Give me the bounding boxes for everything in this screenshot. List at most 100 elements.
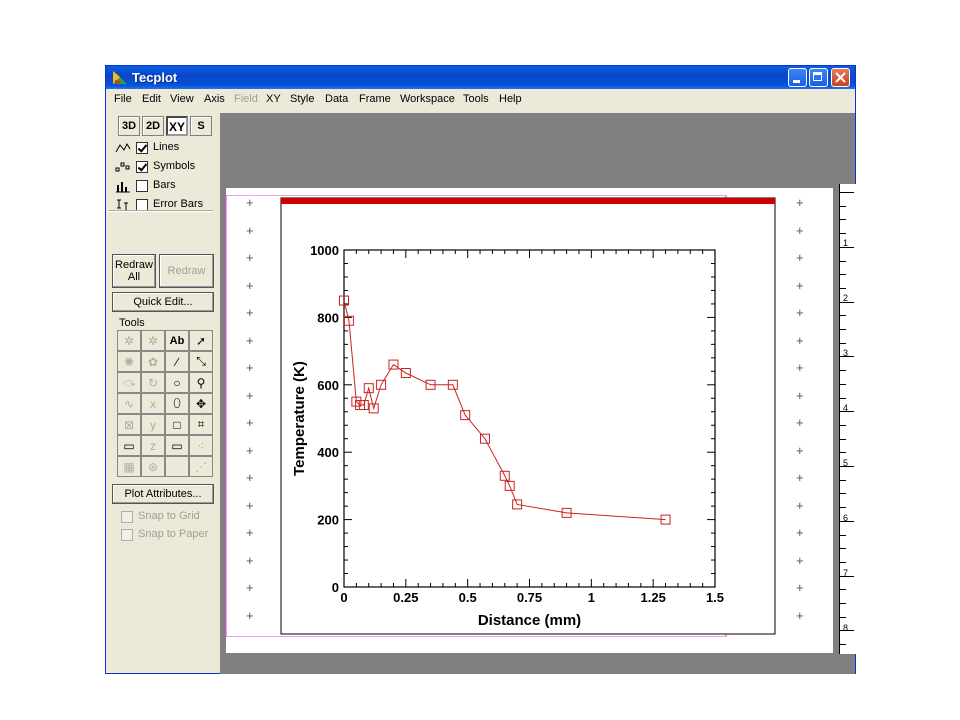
ruler-label: 4 (843, 403, 849, 413)
menu-xy[interactable]: XY (266, 93, 281, 105)
paper-grid-marker: + (796, 470, 804, 485)
y-axis-label: Temperature (K) (291, 361, 308, 476)
y-tick-label: 800 (317, 310, 339, 325)
ruler-tick (840, 424, 846, 426)
menu-help[interactable]: Help (499, 93, 522, 105)
menu-view[interactable]: View (170, 93, 194, 105)
tool-9-icon[interactable]: ↻ (141, 372, 165, 393)
menu-edit[interactable]: Edit (142, 93, 161, 105)
x-tick-label: 0.75 (517, 590, 542, 605)
redraw-all-button[interactable]: Redraw All (112, 254, 156, 288)
ruler-label: 5 (843, 458, 849, 468)
ruler-tick (840, 383, 846, 385)
vertical-ruler: 1 2 3 4 5 6 7 8 (839, 184, 856, 654)
y-tick-label: 0 (332, 580, 339, 595)
ruler-label: 2 (843, 293, 849, 303)
ruler-tick (840, 287, 846, 289)
menu-bar: File Edit View Axis Field XY Style Data Frame Wor… (106, 90, 855, 110)
paper-grid-marker: + (796, 442, 804, 458)
ruler-tick (840, 616, 846, 618)
menu-workspace[interactable]: Workspace (400, 93, 455, 105)
tool-17-icon[interactable]: y (141, 414, 165, 435)
tool-21-icon[interactable]: z (141, 435, 165, 456)
y-tick-label: 1000 (310, 243, 339, 258)
bars-icon (116, 182, 130, 193)
y-tick-label: 200 (317, 513, 339, 528)
ruler-tick (840, 548, 846, 550)
x-tick-label: 0.5 (459, 590, 477, 605)
maximize-button[interactable] (809, 68, 828, 87)
bars-label: Bars (153, 179, 176, 191)
ruler-tick (840, 438, 846, 440)
paper-grid-marker: + (796, 195, 804, 210)
tool-12-icon[interactable]: ∿ (117, 393, 141, 414)
tool-20-icon[interactable]: ▭ (117, 435, 141, 456)
paper-grid-marker: + (796, 305, 804, 320)
menu-frame[interactable]: Frame (359, 93, 391, 105)
mode-3d-button[interactable]: 3D (118, 116, 140, 136)
plot-frame[interactable]: 0 0.25 0.5 0.75 1 1.25 1.5 0 200 400 600 800 1000 Dis… (173, 195, 776, 637)
ruler-tick (840, 370, 846, 372)
ruler-tick (840, 342, 846, 344)
ruler-tick (840, 315, 846, 317)
paper-grid-marker: + (796, 277, 804, 293)
bars-checkbox[interactable] (136, 180, 148, 192)
tecplot-logo-icon (113, 71, 127, 84)
y-tick-label: 400 (317, 445, 339, 460)
menu-field[interactable]: Field (234, 93, 258, 105)
minimize-button[interactable] (788, 68, 807, 87)
ruler-label: 3 (843, 348, 849, 358)
ruler-tick (840, 192, 854, 193)
tool-24-icon[interactable]: ▦ (117, 456, 141, 477)
tool-0-icon[interactable]: ✲ (117, 330, 141, 351)
snap-to-paper-checkbox[interactable] (121, 529, 133, 541)
x-axis-label: Distance (mm) (478, 612, 581, 629)
ruler-tick (840, 329, 846, 330)
paper-grid-marker: + (796, 552, 804, 568)
snap-to-grid-checkbox[interactable] (121, 511, 133, 523)
tool-1-icon[interactable]: ✲ (141, 330, 165, 351)
ruler-tick (840, 603, 846, 604)
symbols-icon (115, 162, 130, 172)
tool-13-icon[interactable]: x (141, 393, 165, 414)
close-button[interactable] (831, 68, 850, 87)
menu-file[interactable]: File (114, 93, 132, 105)
y-tick-label: 600 (317, 378, 339, 393)
ruler-tick (840, 233, 846, 235)
x-tick-label: 0.25 (393, 590, 418, 605)
frame-header (281, 198, 775, 204)
paper-grid-marker: + (796, 415, 804, 430)
menu-data[interactable]: Data (325, 93, 348, 105)
ruler-tick (840, 479, 846, 481)
ruler-tick (840, 644, 846, 646)
ruler-tick (840, 589, 846, 591)
tool-25-icon[interactable]: ⊛ (141, 456, 165, 477)
mode-s-button[interactable]: S (190, 116, 212, 136)
lines-checkbox[interactable] (136, 142, 148, 154)
symbols-checkbox[interactable] (136, 161, 148, 173)
ruler-tick (840, 219, 846, 221)
tool-4-icon[interactable]: ✺ (117, 351, 141, 372)
menu-style[interactable]: Style (290, 93, 314, 105)
paper-grid-marker: + (796, 222, 804, 238)
tool-5-icon[interactable]: ✿ (141, 351, 165, 372)
lines-icon (115, 142, 131, 153)
ruler-tick (840, 260, 846, 262)
mode-xy-button[interactable]: XY (166, 116, 188, 136)
mode-2d-button[interactable]: 2D (142, 116, 164, 136)
menu-axis[interactable]: Axis (204, 93, 225, 105)
window-title: Tecplot (132, 70, 178, 85)
menu-tools[interactable]: Tools (463, 93, 489, 105)
ruler-tick (840, 452, 846, 454)
paper-grid-marker: + (796, 387, 804, 403)
tool-8-icon[interactable]: ⤼ (117, 372, 141, 393)
paper-grid-marker: + (796, 525, 804, 540)
frame-border (280, 197, 776, 635)
ruler-label: 7 (843, 568, 849, 578)
ruler-label: 1 (843, 238, 849, 248)
tool-16-icon[interactable]: ⊠ (117, 414, 141, 435)
ruler-tick (840, 397, 846, 399)
title-bar[interactable]: Tecplot (106, 66, 855, 89)
x-tick-label: 0 (340, 590, 347, 605)
ruler-tick (840, 534, 846, 536)
